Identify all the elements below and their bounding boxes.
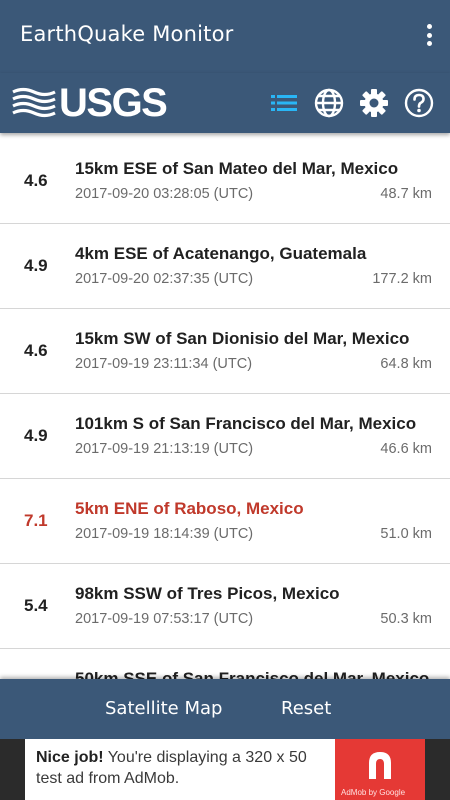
timestamp: 2017-09-19 07:53:17 (UTC) <box>75 611 254 627</box>
help-icon[interactable] <box>403 87 435 119</box>
depth: 46.6 km <box>380 441 432 457</box>
magnitude: 4.6 <box>24 171 48 190</box>
list-icon[interactable] <box>268 87 300 119</box>
globe-icon[interactable] <box>313 87 345 119</box>
list-item[interactable]: 4.9 101km S of San Francisco del Mar, Me… <box>0 394 450 479</box>
usgs-logo: USGS <box>12 81 168 125</box>
timestamp: 2017-09-20 02:37:35 (UTC) <box>75 271 254 287</box>
magnitude: 4.9 <box>24 426 48 445</box>
timestamp: 2017-09-19 21:13:19 (UTC) <box>75 441 254 457</box>
depth: 64.8 km <box>380 356 432 372</box>
usgs-wave-icon <box>12 87 56 118</box>
list-item[interactable]: 4.6 15km SW of San Dionisio del Mar, Mex… <box>0 309 450 394</box>
depth: 51.0 km <box>380 526 432 542</box>
location: 15km ESE of San Mateo del Mar, Mexico <box>75 159 399 178</box>
satellite-map-button[interactable]: Satellite Map <box>105 698 222 719</box>
location: 5km ENE of Raboso, Mexico <box>75 499 304 518</box>
list-item[interactable]: 4.6 15km ESE of San Mateo del Mar, Mexic… <box>0 139 450 224</box>
gear-icon[interactable] <box>358 87 390 119</box>
ad-text: Nice job! You're displaying a 320 x 50 t… <box>36 747 336 789</box>
usgs-logo-text: USGS <box>59 81 168 125</box>
app-screen: EarthQuake Monitor USGS 4.6 15km ESE of … <box>0 0 450 800</box>
ad-content[interactable]: Nice job! You're displaying a 320 x 50 t… <box>25 739 425 800</box>
earthquake-list[interactable]: 4.6 15km ESE of San Mateo del Mar, Mexic… <box>0 139 450 679</box>
location: 98km SSW of Tres Picos, Mexico <box>75 584 340 603</box>
location: 101km S of San Francisco del Mar, Mexico <box>75 414 417 433</box>
location: 15km SW of San Dionisio del Mar, Mexico <box>75 329 410 348</box>
more-vert-icon[interactable] <box>422 22 436 48</box>
list-item-major[interactable]: 7.1 5km ENE of Raboso, Mexico 2017-09-19… <box>0 479 450 564</box>
timestamp: 2017-09-19 18:14:39 (UTC) <box>75 526 254 542</box>
admob-icon <box>369 752 391 779</box>
depth: 48.7 km <box>380 186 432 202</box>
bottom-action-bar: Satellite Map Reset <box>0 679 450 739</box>
list-item[interactable]: 4.9 4km ESE of Acatenango, Guatemala 201… <box>0 224 450 309</box>
magnitude: 7.1 <box>24 511 48 530</box>
location: 50km SSE of San Francisco del Mar, Mexic… <box>75 669 430 679</box>
list-item[interactable]: 5.4 98km SSW of Tres Picos, Mexico 2017-… <box>0 564 450 649</box>
magnitude: 4.6 <box>24 341 48 360</box>
list-item[interactable]: 50km SSE of San Francisco del Mar, Mexic… <box>0 649 450 679</box>
depth: 50.3 km <box>380 611 432 627</box>
reset-button[interactable]: Reset <box>281 698 331 719</box>
usgs-toolbar: USGS <box>0 73 450 133</box>
location: 4km ESE of Acatenango, Guatemala <box>75 244 367 263</box>
magnitude: 5.4 <box>24 596 48 615</box>
magnitude: 4.9 <box>24 256 48 275</box>
depth: 177.2 km <box>372 271 432 287</box>
admob-badge[interactable]: AdMob by Google <box>335 739 425 800</box>
ad-banner[interactable]: Nice job! You're displaying a 320 x 50 t… <box>0 739 450 800</box>
admob-label: AdMob by Google <box>341 788 406 797</box>
timestamp: 2017-09-20 03:28:05 (UTC) <box>75 186 254 202</box>
ad-headline: Nice job! <box>36 749 104 766</box>
app-bar: EarthQuake Monitor <box>0 0 450 73</box>
app-title: EarthQuake Monitor <box>20 22 234 46</box>
timestamp: 2017-09-19 23:11:34 (UTC) <box>75 356 253 372</box>
